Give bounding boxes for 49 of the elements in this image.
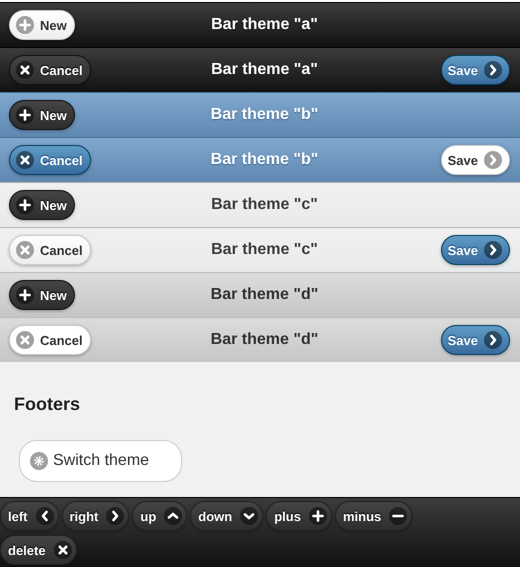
chevron-down-icon (240, 507, 258, 525)
close-icon (16, 151, 34, 169)
gear-icon (30, 452, 48, 470)
bar-button[interactable]: New (9, 190, 75, 220)
bar-button[interactable]: New (9, 100, 75, 130)
close-icon (16, 331, 34, 349)
plus-icon (16, 106, 34, 124)
bar-title: Bar theme "c" (211, 196, 318, 214)
footer-button[interactable]: minus (334, 501, 412, 531)
chevron-right-icon (484, 331, 502, 349)
footer-button[interactable]: right (62, 501, 130, 531)
footer-button[interactable]: up (132, 501, 188, 531)
chevron-up-icon (164, 507, 182, 525)
bar-button[interactable]: Save (440, 145, 510, 175)
bar-title: Bar theme "d" (210, 286, 318, 304)
plus-icon (308, 507, 327, 525)
bar-button[interactable]: New (9, 280, 75, 310)
footer-button[interactable]: plus (266, 501, 332, 531)
minus-icon (389, 507, 408, 525)
bar-button[interactable]: New (9, 10, 75, 40)
bar-button[interactable]: Cancel (9, 325, 91, 355)
plus-icon (16, 16, 34, 34)
plus-icon (16, 196, 34, 214)
bar-title: Bar theme "a" (211, 61, 318, 79)
bar-button[interactable]: Cancel (9, 55, 91, 85)
bar-title: Bar theme "c" (211, 241, 318, 259)
bar-button[interactable]: Save (440, 55, 510, 85)
bar-title: Bar theme "b" (210, 106, 318, 124)
footer-button[interactable]: delete (0, 535, 77, 565)
chevron-right-icon (484, 61, 502, 79)
close-icon (54, 541, 72, 559)
footer-button[interactable]: left (0, 501, 58, 531)
chevron-right-icon (484, 151, 502, 169)
plus-icon (16, 286, 34, 304)
footer-button[interactable]: down (190, 501, 264, 531)
switch-theme-button[interactable]: Switch theme (19, 440, 182, 482)
close-icon (16, 61, 34, 79)
chevron-right-icon (106, 507, 124, 525)
bar-title: Bar theme "d" (210, 331, 318, 349)
bar-button[interactable]: Save (440, 325, 510, 355)
bar-title: Bar theme "b" (210, 151, 318, 169)
section-heading: Footers (14, 394, 82, 415)
close-icon (16, 241, 34, 259)
chevron-left-icon (36, 507, 54, 525)
chevron-right-icon (484, 241, 502, 259)
bar-button[interactable]: Cancel (9, 235, 91, 265)
bar-button[interactable]: Cancel (9, 145, 91, 175)
bar-button[interactable]: Save (440, 235, 510, 265)
bar-title: Bar theme "a" (211, 16, 318, 34)
